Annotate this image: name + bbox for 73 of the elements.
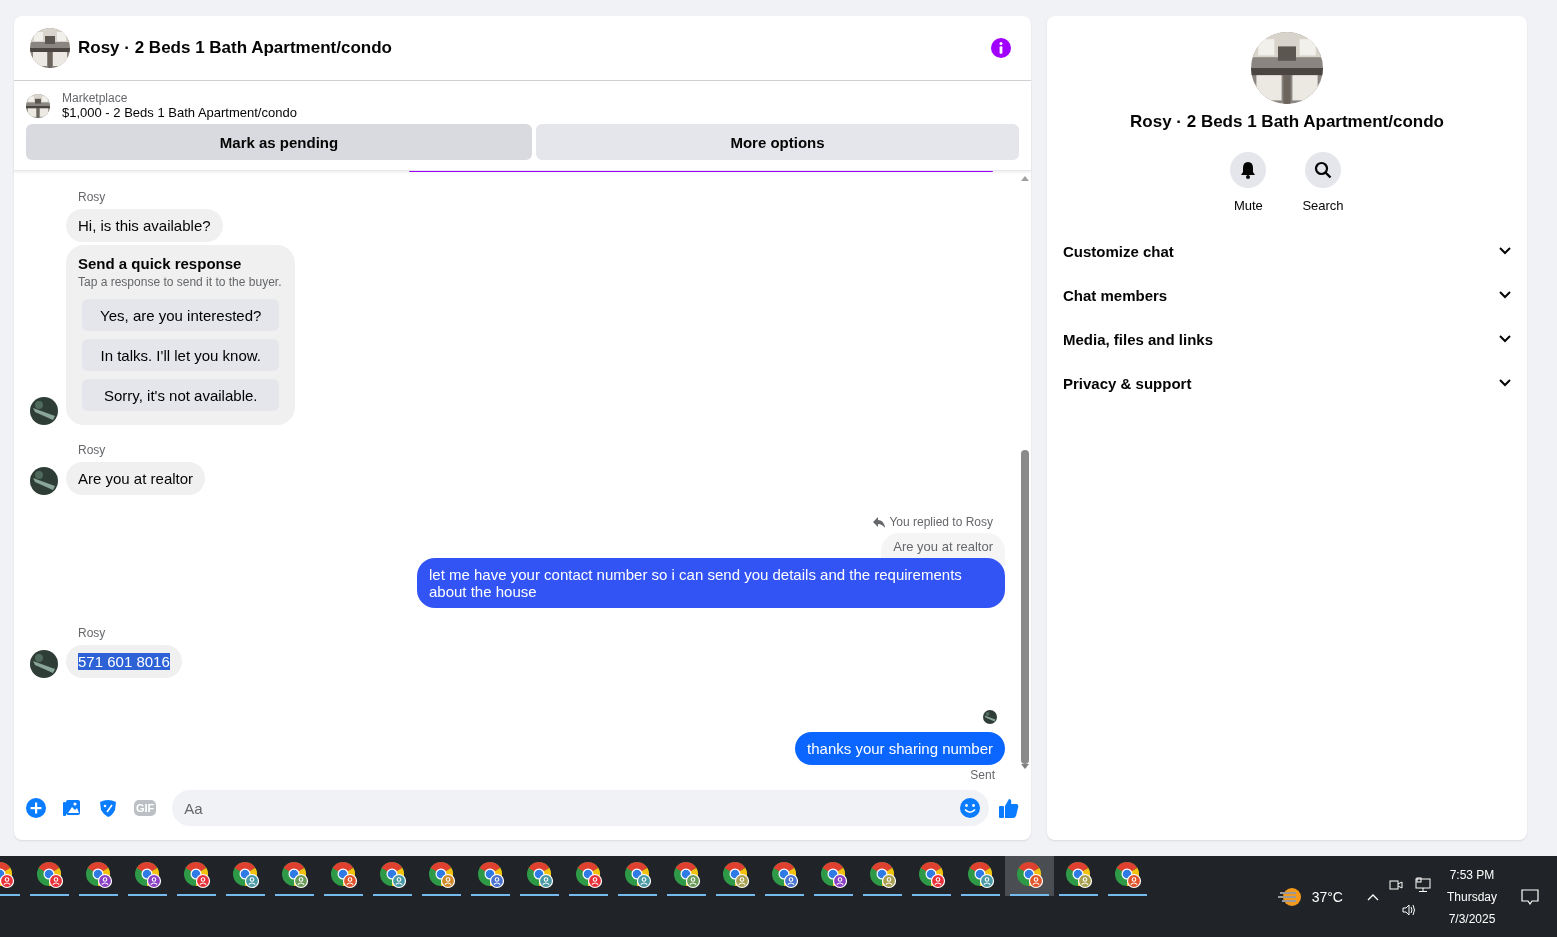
- browser-icon: [84, 861, 113, 889]
- chevron-icon: [1499, 247, 1511, 255]
- chevron-icon: [1499, 379, 1511, 387]
- section-row[interactable]: Media, files and links: [1055, 317, 1519, 361]
- chevron-icon: [1499, 335, 1511, 343]
- sender-name: Rosy: [78, 190, 106, 204]
- avatar-icon: [30, 397, 58, 425]
- info-icon[interactable]: [991, 38, 1011, 58]
- quick-response-title: Send a quick response: [78, 255, 243, 272]
- chevron-up-icon[interactable]: [1366, 892, 1379, 901]
- message-bubble: Are you at realtor: [66, 462, 206, 495]
- browser-icon: [623, 861, 652, 889]
- like-icon[interactable]: [997, 796, 1021, 820]
- browser-icon: [770, 861, 799, 889]
- section-row[interactable]: Chat members: [1055, 273, 1519, 317]
- quick-response-button[interactable]: Yes, are you interested?: [82, 299, 280, 331]
- browser-icon: [35, 861, 64, 889]
- network-icon[interactable]: [1414, 876, 1431, 893]
- browser-icon: [574, 861, 603, 889]
- section-row[interactable]: Privacy & support: [1055, 361, 1519, 405]
- listing-action-button[interactable]: Mark as pending: [26, 124, 532, 160]
- message-bubble: thanks your sharing number: [795, 732, 1005, 765]
- sender-name: Rosy: [78, 626, 106, 640]
- weather-icon[interactable]: [1277, 885, 1302, 908]
- chevron-icon: [1499, 291, 1511, 299]
- conversation-title: Rosy · 2 Beds 1 Bath Apartment/condo: [1130, 112, 1444, 132]
- browser-icon: [280, 861, 309, 889]
- bell-icon: [1239, 161, 1258, 179]
- browser-icon: [672, 861, 701, 889]
- browser-icon: [721, 861, 750, 889]
- temperature-text: 37°C: [1311, 888, 1343, 905]
- volume-icon[interactable]: [1401, 902, 1418, 917]
- scroll-up-icon[interactable]: [1021, 175, 1029, 181]
- message-bubble: let me have your contact number so i can send you details and the requirements about the house: [417, 558, 1005, 608]
- browser-icon: [917, 861, 946, 889]
- emoji-icon[interactable]: [959, 797, 981, 819]
- browser-icon: [966, 861, 995, 889]
- browser-icon: [133, 861, 162, 889]
- message-bubble: Hi, is this available?: [66, 209, 223, 242]
- notification-icon[interactable]: [1521, 887, 1539, 906]
- chat-title: Rosy · 2 Beds 1 Bath Apartment/condo: [78, 38, 393, 58]
- browser-icon: [1064, 861, 1093, 889]
- browser-icon: [231, 861, 260, 889]
- browser-icon: [329, 861, 358, 889]
- browser-icon: [525, 861, 554, 889]
- clock-day[interactable]: Thursday: [1446, 889, 1497, 904]
- browser-icon: [378, 861, 407, 889]
- message-input-field[interactable]: Aa: [172, 790, 989, 826]
- sender-name: Rosy: [78, 443, 106, 457]
- avatar-icon: [30, 467, 58, 495]
- section-row[interactable]: Customize chat: [1055, 229, 1519, 273]
- listing-action-button[interactable]: More options: [536, 124, 1019, 160]
- avatar-icon: [30, 650, 58, 678]
- browser-icon: [1113, 861, 1142, 889]
- listing-description: $1,000 - 2 Beds 1 Bath Apartment/condo: [62, 105, 297, 120]
- browser-icon: [427, 861, 456, 889]
- quick-response-button[interactable]: In talks. I'll let you know.: [82, 339, 280, 371]
- listing-source: Marketplace: [62, 91, 129, 105]
- message-bubble: 571 601 8016: [66, 645, 182, 678]
- browser-icon: [868, 861, 897, 889]
- browser-icon: [182, 861, 211, 889]
- browser-icon: [1015, 861, 1044, 889]
- browser-icon: [819, 861, 848, 889]
- clock-time[interactable]: 7:53 PM: [1449, 867, 1495, 882]
- quick-response-hint: Tap a response to send it to the buyer.: [78, 275, 282, 289]
- search-icon: [1314, 161, 1332, 179]
- reply-icon: [873, 516, 886, 528]
- clock-date[interactable]: 7/3/2025: [1448, 911, 1496, 926]
- quick-response-button[interactable]: Sorry, it's not available.: [82, 379, 280, 411]
- browser-icon: [476, 861, 505, 889]
- taskbar-app-button[interactable]: [1005, 856, 1054, 896]
- message-status: Sent: [970, 768, 995, 782]
- reply-label: You replied to Rosy: [873, 515, 993, 529]
